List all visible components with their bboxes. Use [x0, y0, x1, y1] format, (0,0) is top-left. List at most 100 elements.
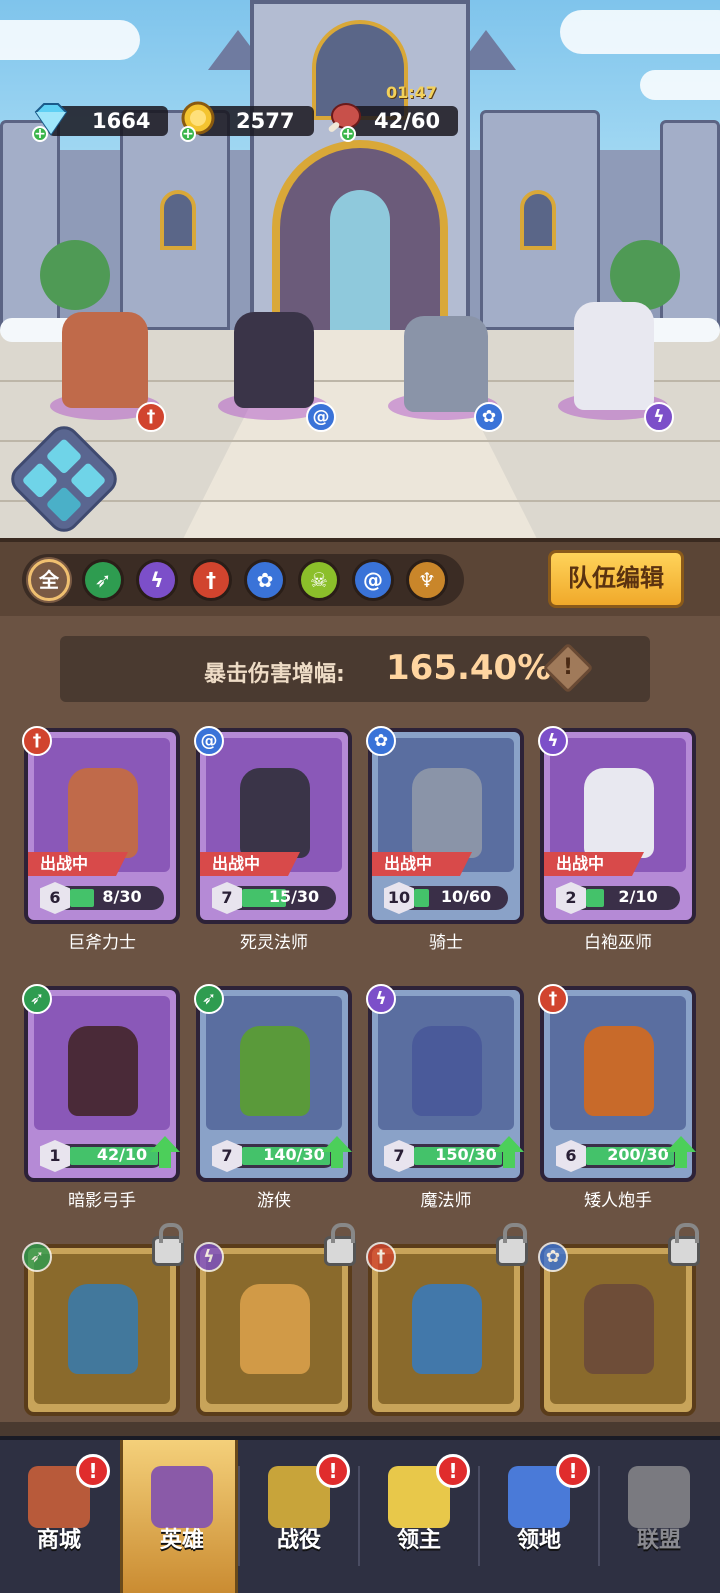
- class-icon: ✿: [366, 726, 396, 756]
- cloud: [640, 70, 720, 100]
- filter-mage[interactable]: ϟ: [136, 559, 178, 601]
- level-badge: 6: [556, 1140, 586, 1172]
- hero-list: 暴击伤害增幅: 165.40% ! † 出战中 6 8/30 巨斧力士 @ 出战中 7 15/3…: [0, 616, 720, 1422]
- level-badge: 6: [40, 882, 70, 914]
- level-progress-bar: 7 150/30: [384, 1140, 508, 1172]
- alert-icon: !: [556, 1454, 590, 1488]
- bottom-nav: 商城! 英雄 战役! 领主! 领地! 联盟: [0, 1436, 720, 1593]
- nav-label: 英雄: [159, 1528, 204, 1553]
- class-icon: ➶: [22, 984, 52, 1014]
- hero-card[interactable]: ✿ 出战中 10 10/60: [366, 726, 524, 924]
- gate-opening: [330, 190, 390, 340]
- spiral-icon: @: [306, 402, 336, 432]
- add-gems-icon[interactable]: +: [32, 126, 48, 142]
- crit-bonus-box: 暴击伤害增幅: 165.40% !: [60, 636, 650, 702]
- hero-portrait: [412, 1284, 482, 1374]
- bush: [610, 240, 680, 310]
- add-stamina-icon[interactable]: +: [340, 126, 356, 142]
- gems-value: 1664: [92, 109, 151, 133]
- filter-archer[interactable]: ➶: [82, 559, 124, 601]
- level-progress-bar: 7 140/30: [212, 1140, 336, 1172]
- hero-name: 矮人炮手: [584, 1191, 652, 1211]
- progress-text: 8/30: [102, 887, 142, 906]
- nav-divider: [478, 1466, 480, 1566]
- level-badge: 2: [556, 882, 586, 914]
- hero-portrait: [68, 1026, 138, 1116]
- hero-portrait: [584, 1026, 654, 1116]
- team-edit-button[interactable]: 队伍编辑: [548, 550, 684, 608]
- hero-panel: 全 ➶ ϟ † ✿ ☠ @ ♆ 队伍编辑 暴击伤害增幅: 165.40% ! † 出战中 6 8/3…: [0, 538, 720, 1422]
- spiral-icon: @: [363, 568, 383, 592]
- level-progress-bar: 1 42/10: [40, 1140, 164, 1172]
- level-badge: 7: [212, 1140, 242, 1172]
- class-icon: ϟ: [538, 726, 568, 756]
- dpad-up-icon[interactable]: [45, 437, 83, 475]
- hero-card[interactable]: ➶ 1 42/10: [22, 984, 180, 1182]
- filter-warrior[interactable]: †: [190, 559, 232, 601]
- scene-hero-white-wizard[interactable]: [574, 302, 654, 410]
- hero-card[interactable]: ➶ 7 140/30: [194, 984, 352, 1182]
- cloud: [560, 10, 720, 54]
- hero-portrait: [240, 1284, 310, 1374]
- gold-value: 2577: [236, 109, 295, 133]
- nav-label: 领主: [396, 1528, 441, 1553]
- dpad-right-icon[interactable]: [69, 462, 107, 499]
- filter-undead[interactable]: ☠: [298, 559, 340, 601]
- filter-arcane[interactable]: @: [352, 559, 394, 601]
- in-battle-badge: 出战中: [28, 852, 128, 876]
- hero-name: 魔法师: [420, 1191, 472, 1211]
- helmet-icon: [628, 1466, 690, 1528]
- nav-label: 联盟: [636, 1528, 681, 1553]
- hero-card[interactable]: @ 出战中 7 15/30: [194, 726, 352, 924]
- in-battle-badge: 出战中: [372, 852, 472, 876]
- nav-lord[interactable]: 领主!: [360, 1440, 478, 1593]
- in-battle-badge: 出战中: [544, 852, 644, 876]
- dpad-down-icon[interactable]: [45, 486, 83, 523]
- lock-icon: [324, 1223, 356, 1266]
- filter-beast[interactable]: ✿: [244, 559, 286, 601]
- progress-text: 2/10: [618, 887, 658, 906]
- crit-value: 165.40%: [386, 648, 552, 688]
- filter-all[interactable]: 全: [28, 559, 70, 601]
- hero-card[interactable]: † 6 200/30: [538, 984, 696, 1182]
- hero-portrait: [240, 1026, 310, 1116]
- locked-hero-card[interactable]: †: [366, 1223, 528, 1416]
- paw-icon: ✿: [474, 402, 504, 432]
- sword-icon: †: [206, 568, 216, 592]
- locked-hero-card[interactable]: ✿: [538, 1223, 700, 1416]
- add-gold-icon[interactable]: +: [180, 126, 196, 142]
- scene-hero-knight[interactable]: [404, 316, 488, 412]
- dpad-left-icon[interactable]: [21, 462, 59, 499]
- level-progress-bar: 7 15/30: [212, 882, 336, 914]
- hero-card[interactable]: ϟ 出战中 2 2/10: [538, 726, 696, 924]
- scene-hero-necromancer[interactable]: [234, 312, 314, 408]
- scene-hero-axe-warrior[interactable]: [62, 312, 148, 408]
- lock-icon: [152, 1223, 184, 1266]
- hero-card[interactable]: ϟ 7 150/30: [366, 984, 524, 1182]
- locked-hero-card[interactable]: ϟ: [194, 1223, 356, 1416]
- hero-portrait: [240, 768, 310, 858]
- nav-campaign[interactable]: 战役!: [240, 1440, 358, 1593]
- staff-icon: ϟ: [644, 402, 674, 432]
- nav-shop[interactable]: 商城!: [0, 1440, 118, 1593]
- class-icon: ➶: [194, 984, 224, 1014]
- filter-holy[interactable]: ♆: [406, 559, 448, 601]
- progress-text: 10/60: [440, 887, 492, 906]
- progress-text: 15/30: [268, 887, 320, 906]
- hero-portrait: [68, 1284, 138, 1374]
- castle-scene: 1664 + 2577 + 42/60 01:47 + † @ ✿ ϟ: [0, 0, 720, 545]
- hero-portrait: [412, 768, 482, 858]
- locked-hero-card[interactable]: ➶: [22, 1223, 184, 1416]
- class-icon: ϟ: [194, 1242, 224, 1272]
- wings-icon: ♆: [418, 568, 436, 592]
- stamina-timer: 01:47: [386, 83, 437, 102]
- hero-name: 死灵法师: [240, 933, 308, 953]
- hero-card[interactable]: † 出战中 6 8/30: [22, 726, 180, 924]
- class-icon: ✿: [538, 1242, 568, 1272]
- progress-text: 140/30: [263, 1145, 325, 1164]
- class-icon: @: [194, 726, 224, 756]
- nav-divider: [358, 1466, 360, 1566]
- cards-icon: [151, 1466, 213, 1528]
- nav-territory[interactable]: 领地!: [480, 1440, 598, 1593]
- nav-heroes[interactable]: 英雄: [120, 1440, 238, 1593]
